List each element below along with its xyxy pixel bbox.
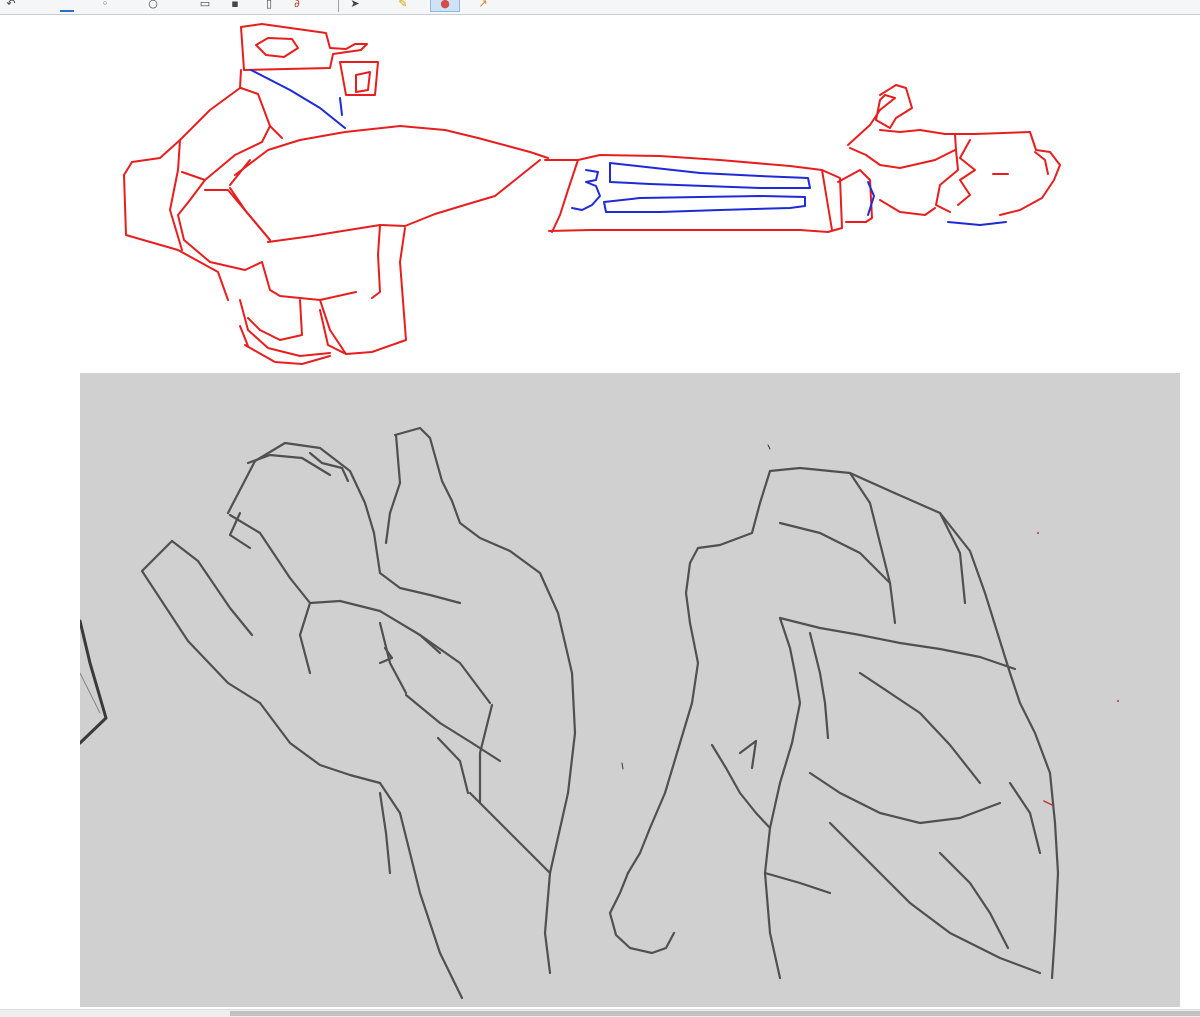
undo-icon[interactable]: ↶ bbox=[2, 0, 20, 12]
marker-icon[interactable]: ↗ bbox=[474, 0, 492, 12]
select-icon[interactable]: ➤ bbox=[346, 0, 364, 12]
scrollbar-thumb[interactable] bbox=[230, 1011, 1200, 1016]
circle-icon[interactable]: ○ bbox=[144, 0, 162, 12]
toolbar: ↶ ◦ ○ ▭ ▪ ▯ ∂ ➤ ✎ ● ↗ bbox=[0, 0, 1200, 15]
document-icon[interactable]: ▪ bbox=[226, 0, 244, 12]
color-icon[interactable]: ● bbox=[430, 0, 460, 12]
save-icon[interactable] bbox=[58, 0, 76, 12]
shape-icon[interactable]: ∂ bbox=[288, 0, 306, 12]
toolbar-separator bbox=[338, 0, 339, 12]
pencil-icon[interactable]: ✎ bbox=[394, 0, 412, 12]
arm-structure-sketch bbox=[123, 23, 1061, 365]
link-icon[interactable]: ▯ bbox=[260, 0, 278, 12]
pencil-figure-sketches bbox=[80, 426, 1119, 1000]
layer-icon[interactable]: ▭ bbox=[196, 0, 214, 12]
drawing-canvas[interactable] bbox=[0, 15, 1200, 1009]
brush-icon[interactable]: ◦ bbox=[96, 0, 114, 12]
reference-image bbox=[80, 373, 1180, 1007]
